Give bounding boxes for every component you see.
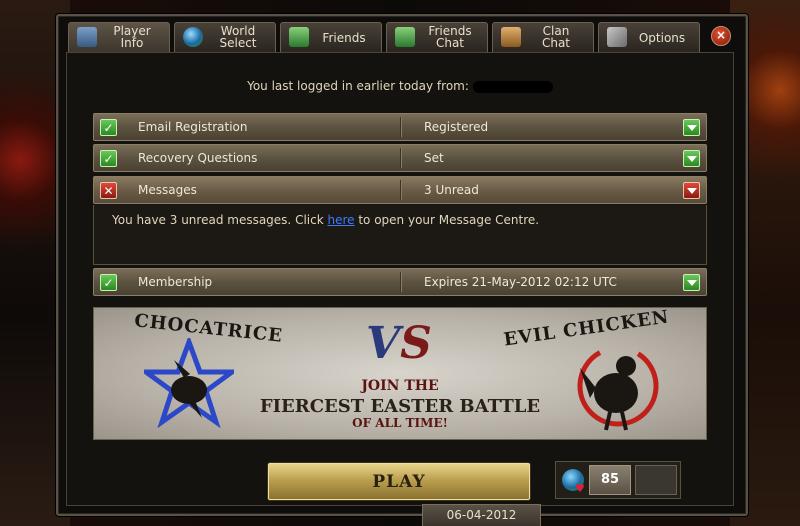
play-button[interactable]: PLAY bbox=[268, 463, 530, 500]
tab-clan-chat[interactable]: Clan Chat bbox=[492, 22, 594, 52]
globe-icon bbox=[183, 27, 203, 47]
tab-label: Player Info bbox=[113, 24, 151, 50]
check-icon: ✓ bbox=[100, 274, 117, 291]
messages-text-after: to open your Message Centre. bbox=[354, 213, 540, 227]
chevron-down-icon[interactable] bbox=[683, 182, 700, 199]
tab-label: Friends bbox=[322, 31, 366, 45]
check-icon: ✓ bbox=[100, 150, 117, 167]
world-number[interactable]: 85 bbox=[589, 465, 631, 495]
row-divider bbox=[400, 272, 401, 292]
tab-friends-chat[interactable]: Friends Chat bbox=[386, 22, 488, 52]
date-display: 06-04-2012 bbox=[422, 504, 541, 526]
row-label: Recovery Questions bbox=[138, 151, 258, 165]
cross-icon: ✕ bbox=[100, 182, 117, 199]
chevron-down-icon[interactable] bbox=[683, 150, 700, 167]
row-divider bbox=[400, 148, 401, 168]
player-icon bbox=[77, 27, 97, 47]
tools-icon bbox=[607, 27, 627, 47]
tab-options[interactable]: Options bbox=[598, 22, 700, 52]
last-login-text: You last logged in earlier today from: bbox=[0, 79, 800, 93]
chevron-down-icon[interactable] bbox=[683, 274, 700, 291]
tab-world-select[interactable]: World Select bbox=[174, 22, 276, 52]
vs-s: S bbox=[400, 318, 432, 369]
row-label: Membership bbox=[138, 275, 213, 289]
friends-icon bbox=[289, 27, 309, 47]
tab-label: World Select bbox=[219, 24, 257, 50]
clan-chat-icon bbox=[501, 27, 521, 47]
row-email-registration[interactable]: ✓ Email Registration Registered bbox=[93, 113, 707, 141]
row-membership[interactable]: ✓ Membership Expires 21-May-2012 02:12 U… bbox=[93, 268, 707, 296]
redacted-ip bbox=[472, 80, 553, 93]
check-icon: ✓ bbox=[100, 119, 117, 136]
evil-chicken-icon bbox=[577, 345, 659, 431]
tab-bar: Player Info World Select Friends Friends Ch… bbox=[68, 22, 738, 54]
tab-label: Friends Chat bbox=[428, 24, 472, 50]
chevron-down-icon[interactable] bbox=[683, 119, 700, 136]
row-label: Email Registration bbox=[138, 120, 248, 134]
message-centre-link[interactable]: here bbox=[327, 213, 354, 227]
row-divider bbox=[400, 117, 401, 137]
row-messages[interactable]: ✕ Messages 3 Unread bbox=[93, 176, 707, 204]
row-value: 3 Unread bbox=[424, 183, 479, 197]
messages-detail-text: You have 3 unread messages. Click here t… bbox=[112, 213, 539, 227]
tab-friends[interactable]: Friends bbox=[280, 22, 382, 52]
tab-label: Options bbox=[638, 31, 686, 45]
tab-player-info[interactable]: Player Info bbox=[68, 22, 170, 54]
friends-chat-icon bbox=[395, 27, 415, 47]
messages-detail-panel: You have 3 unread messages. Click here t… bbox=[93, 205, 707, 265]
heart-icon: ♥ bbox=[575, 482, 585, 495]
banner-vs: VS bbox=[366, 318, 432, 369]
last-login-label: You last logged in earlier today from: bbox=[247, 79, 469, 93]
messages-text-before: You have 3 unread messages. Click bbox=[112, 213, 328, 227]
row-recovery-questions[interactable]: ✓ Recovery Questions Set bbox=[93, 144, 707, 172]
row-divider bbox=[400, 180, 401, 200]
close-button[interactable]: × bbox=[711, 26, 731, 46]
row-value: Set bbox=[424, 151, 444, 165]
easter-event-banner[interactable]: CHOCATRICE EVIL CHICKEN VS JOIN THE FIER… bbox=[93, 307, 707, 440]
vs-v: V bbox=[366, 318, 401, 369]
row-value: Registered bbox=[424, 120, 489, 134]
row-value: Expires 21-May-2012 02:12 UTC bbox=[424, 275, 617, 289]
tab-label: Clan Chat bbox=[541, 24, 571, 50]
row-label: Messages bbox=[138, 183, 197, 197]
world-slot-empty bbox=[635, 465, 677, 495]
